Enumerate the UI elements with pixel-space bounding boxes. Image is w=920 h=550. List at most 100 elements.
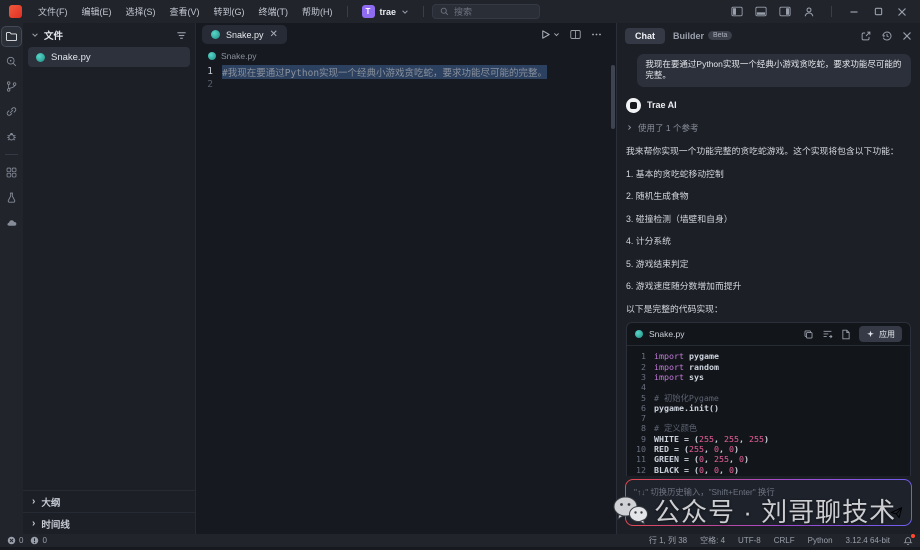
window-controls [727,3,920,21]
code-token: ) [734,465,739,475]
filter-icon[interactable] [176,30,187,41]
editor-tab-bar: Snake.py ✕ [196,23,616,46]
chevron-down-icon [553,31,560,38]
line-number: 11 [633,454,646,464]
send-icon[interactable] [890,506,903,519]
explorer-header[interactable]: 文件 [23,23,195,47]
tab-snake-py[interactable]: Snake.py ✕ [202,25,287,44]
line-number: 1 [196,66,222,77]
feature-item: 5. 游戏结束判定 [626,257,911,270]
close-panel-icon[interactable] [902,31,912,41]
section-label: 大纲 [41,495,60,509]
code-token: import [654,351,684,361]
editor-code[interactable]: 1#我现在要通过Python实现一个经典小游戏贪吃蛇，要求功能尽可能的完整。2 [196,65,616,91]
menu-item[interactable]: 选择(S) [120,3,162,20]
divider [831,6,832,17]
status-bar: 0 0 行 1, 列 38 空格: 4 UTF-8 CRLF Python 3.12.4 … [0,534,920,547]
menu-item[interactable]: 文件(F) [32,3,74,20]
editor-scrollbar[interactable] [611,65,615,129]
chevron-right-icon: › [32,496,35,507]
status-item[interactable]: 行 1, 列 38 [649,535,687,546]
line-number: 2 [196,79,222,90]
new-file-icon[interactable] [841,329,851,340]
menu-item[interactable]: 帮助(H) [296,3,339,20]
search-icon[interactable] [2,52,21,71]
debug-icon[interactable] [2,127,21,146]
code-token: 255 [714,454,729,464]
project-switcher[interactable]: T trae [356,3,416,20]
menu-item[interactable]: 转到(G) [208,3,251,20]
chat-input[interactable]: "↑↓" 切换历史输入，"Shift+Enter" 换行 [625,479,912,526]
toggle-bottom-panel-icon[interactable] [751,3,771,21]
breadcrumb[interactable]: Snake.py [196,46,616,65]
menu-item[interactable]: 终端(T) [253,3,295,20]
menu-item[interactable]: 编辑(E) [76,3,118,20]
menu-item[interactable]: 查看(V) [164,3,206,20]
code-line: 13 [633,475,904,476]
problems-indicator[interactable]: 0 0 [7,536,47,545]
assistant-name: Trae AI [647,100,677,110]
notifications-bell[interactable] [903,536,913,546]
feature-item: 3. 碰撞检测（墙壁和自身） [626,212,911,225]
code-token: pygame.init() [654,403,719,413]
code-token: import [654,362,684,372]
tab-chat[interactable]: Chat [625,28,665,44]
minimize-button[interactable] [844,3,864,21]
status-item[interactable]: 3.12.4 64-bit [846,536,890,545]
status-item[interactable]: CRLF [774,536,795,545]
error-count: 0 [19,536,23,545]
code-line: 3import sys [633,372,904,382]
python-icon [208,52,216,60]
test-flask-icon[interactable] [2,188,21,207]
code-token: ) [764,434,769,444]
code-token: 255 [699,434,714,444]
code-block: Snake.py 应用 1import pygame2import random… [626,322,911,476]
run-button[interactable] [540,29,560,40]
line-number: 2 [633,362,646,372]
maximize-button[interactable] [868,3,888,21]
file-item-snake-py[interactable]: Snake.py [28,47,190,67]
status-item[interactable]: 空格: 4 [700,535,725,546]
toggle-left-panel-icon[interactable] [727,3,747,21]
reference-toggle[interactable]: 使用了 1 个参考 [626,122,911,134]
extensions-icon[interactable] [2,163,21,182]
chat-input-placeholder: "↑↓" 切换历史输入，"Shift+Enter" 换行 [626,480,911,504]
more-actions-icon[interactable] [591,29,602,40]
assistant-row: Trae AI [626,98,911,113]
explorer-sidebar: 文件 Snake.py › 大纲 ›时间线 [23,23,196,534]
code-token: ) [744,454,749,464]
code-token: , [704,465,714,475]
account-icon[interactable] [799,3,819,21]
split-editor-icon[interactable] [570,29,581,40]
apply-button[interactable]: 应用 [859,326,902,342]
code-token: WHITE = ( [654,434,699,444]
copy-icon[interactable] [803,329,814,340]
tab-builder[interactable]: Builder Beta [673,31,732,41]
status-item[interactable]: Python [808,536,833,545]
app-logo-icon[interactable] [9,5,22,18]
sidebar-section[interactable]: › 大纲 [23,490,195,512]
close-window-button[interactable] [892,3,912,21]
explorer-icon[interactable] [2,27,21,46]
activity-bar [0,23,23,534]
divider [5,154,18,155]
line-number: 5 [633,393,646,403]
insert-code-icon[interactable] [822,329,833,340]
code-block-body[interactable]: 1import pygame2import random3import sys4… [627,346,910,476]
global-search-input[interactable]: 搜索 [432,4,540,19]
close-tab-icon[interactable]: ✕ [270,30,278,40]
share-icon[interactable] [860,30,872,42]
sidebar-section[interactable]: ›时间线 [23,512,195,534]
history-icon[interactable] [881,30,893,42]
code-token: 255 [749,434,764,444]
plugin-hand-icon[interactable] [2,213,21,232]
code-token: 255 [689,444,704,454]
code-line: 12BLACK = (0, 0, 0) [633,465,904,475]
status-item[interactable]: UTF-8 [738,536,761,545]
chat-conversation: 我现在要通过Python实现一个经典小游戏贪吃蛇，要求功能尽可能的完整。 Tra… [617,48,920,476]
source-control-icon[interactable] [2,77,21,96]
remote-link-icon[interactable] [2,102,21,121]
editor-area: Snake.py ✕ Snake.py 1#我现在要通过Pytho [196,23,616,534]
divider [423,6,424,17]
toggle-right-panel-icon[interactable] [775,3,795,21]
